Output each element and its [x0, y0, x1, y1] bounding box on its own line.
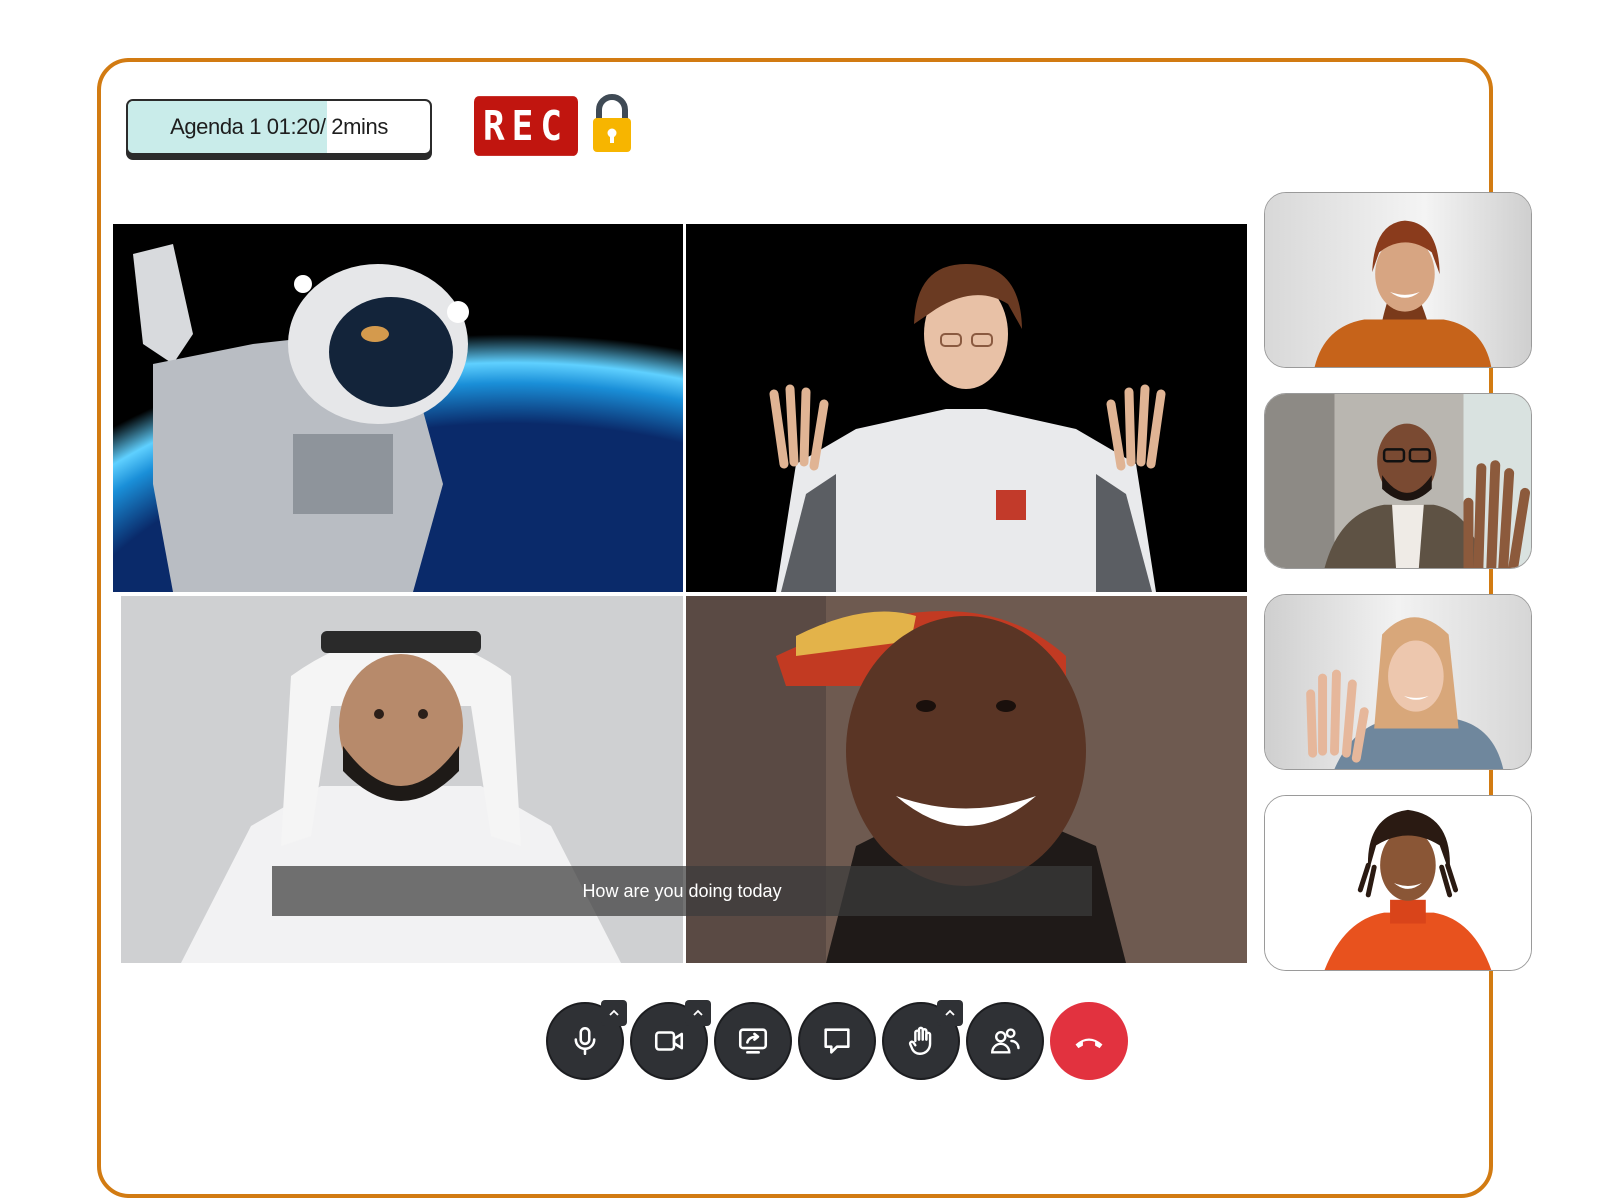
share-screen-icon — [738, 1028, 768, 1054]
video-camera-icon — [654, 1031, 684, 1051]
chevron-up-icon — [693, 1009, 703, 1016]
agenda-timer: Agenda 1 01:20/ 2mins — [126, 99, 432, 155]
live-caption: How are you doing today — [272, 866, 1092, 916]
thumbnail-participant-1[interactable] — [1264, 192, 1532, 368]
microphone-icon — [574, 1026, 596, 1056]
agenda-timer-label: Agenda 1 01:20/ 2mins — [170, 114, 388, 139]
recording-badge: REC — [474, 96, 578, 156]
participants-icon — [991, 1028, 1020, 1054]
lock-icon[interactable] — [590, 92, 634, 156]
chevron-up-icon — [609, 1009, 619, 1016]
end-call-button[interactable] — [1050, 1002, 1128, 1080]
chat-bubble-icon — [824, 1028, 850, 1054]
thumbnail-participant-3[interactable] — [1264, 594, 1532, 770]
camera-options-caret[interactable] — [685, 1000, 711, 1026]
thumbnail-participant-2[interactable] — [1264, 393, 1532, 569]
share-screen-button[interactable] — [714, 1002, 792, 1080]
participants-button[interactable] — [966, 1002, 1044, 1080]
raise-hand-options-caret[interactable] — [937, 1000, 963, 1026]
raise-hand-icon — [908, 1026, 932, 1055]
chat-button[interactable] — [798, 1002, 876, 1080]
hang-up-phone-icon — [1075, 1038, 1103, 1049]
chevron-up-icon — [945, 1009, 955, 1016]
microphone-options-caret[interactable] — [601, 1000, 627, 1026]
thumbnail-participant-4[interactable] — [1264, 795, 1532, 971]
video-tile-astronaut[interactable] — [113, 224, 683, 592]
video-tile-avatar[interactable] — [686, 224, 1247, 592]
